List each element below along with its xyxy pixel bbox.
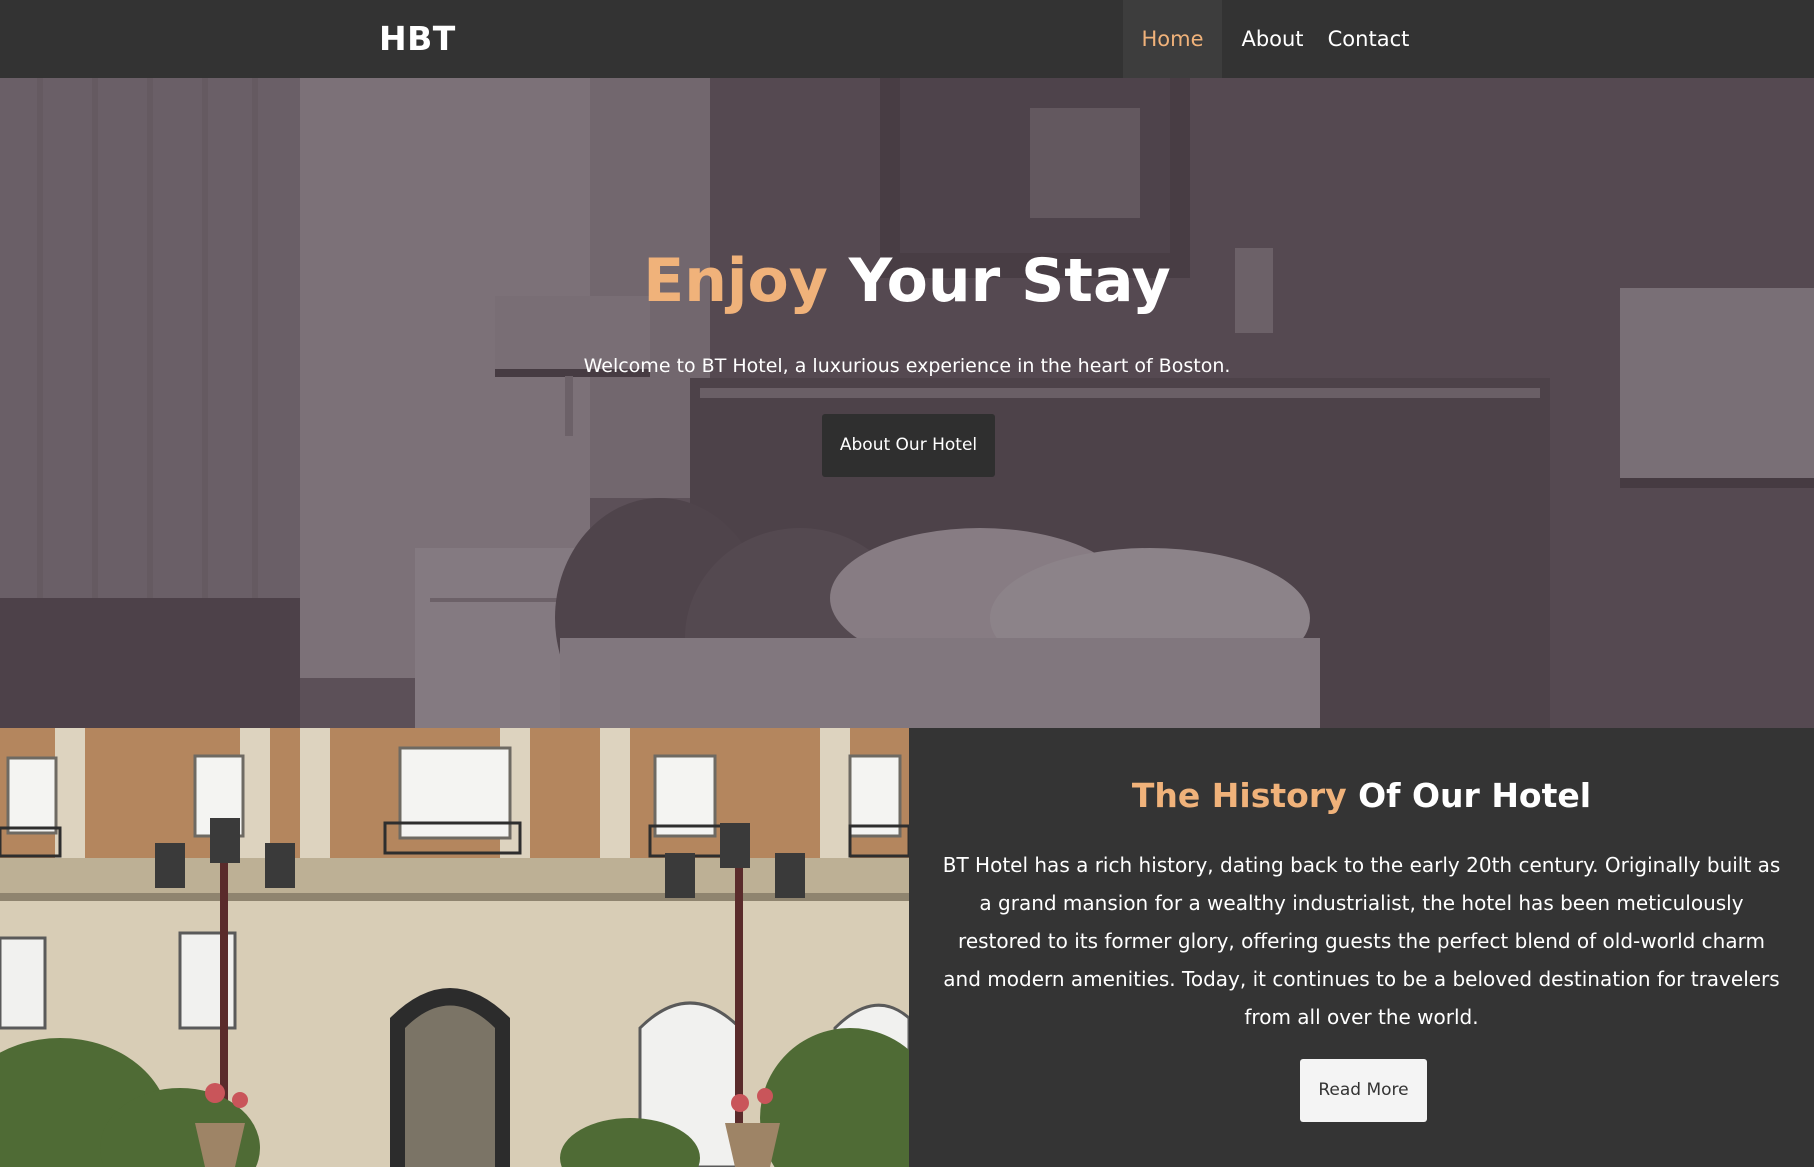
history-title: The History Of Our Hotel	[909, 776, 1814, 816]
history-title-accent: The History	[1131, 776, 1347, 815]
hotel-facade-image	[0, 728, 909, 1167]
hero-title-accent: Enjoy	[643, 246, 828, 316]
navbar: HBT Home About Contact	[0, 0, 1814, 78]
hero-subtitle: Welcome to BT Hotel, a luxurious experie…	[583, 355, 1231, 377]
read-more-button[interactable]: Read More	[1300, 1059, 1427, 1122]
nav-link-contact[interactable]: Contact	[1323, 0, 1414, 78]
brand-logo[interactable]: HBT	[379, 0, 456, 78]
history-text-panel: The History Of Our Hotel BT Hotel has a …	[909, 728, 1814, 1167]
hero-section: Enjoy Your Stay Welcome to BT Hotel, a l…	[0, 78, 1814, 728]
hero-title: Enjoy Your Stay	[0, 245, 1814, 317]
hero-title-rest: Your Stay	[848, 246, 1171, 316]
about-our-hotel-button[interactable]: About Our Hotel	[822, 414, 995, 477]
hero-content: Enjoy Your Stay Welcome to BT Hotel, a l…	[0, 78, 1814, 728]
history-title-rest: Of Our Hotel	[1358, 776, 1592, 815]
history-section: The History Of Our Hotel BT Hotel has a …	[0, 728, 1814, 1167]
main-nav: Home About Contact	[1123, 0, 1414, 78]
history-body-text: BT Hotel has a rich history, dating back…	[942, 853, 1781, 1029]
nav-link-about[interactable]: About	[1222, 0, 1323, 78]
nav-link-home[interactable]: Home	[1123, 0, 1222, 78]
